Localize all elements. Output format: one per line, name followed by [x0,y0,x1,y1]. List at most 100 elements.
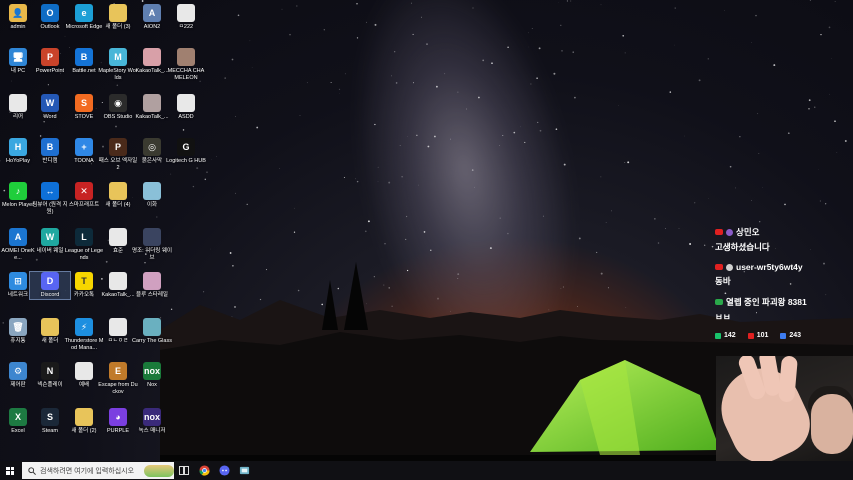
viewer-stat: 142 [715,332,736,339]
steam-icon: S [41,408,59,426]
folder-icon [75,408,93,426]
chrome-icon [198,465,210,476]
hoyoplay-icon: H [9,138,27,156]
chat-author: 상민오 [736,227,760,237]
desktop-icon[interactable]: nox 녹스 매니저 [132,408,172,435]
youtube-icon [715,264,723,270]
face [811,394,853,454]
desktop-icon-label: 블루 스타레일 [136,292,168,298]
youtube-icon [747,332,754,339]
wuthering-icon [143,228,161,246]
document-icon [9,94,27,112]
desktop-icon-label: 명조: 워더링 웨이브 [132,248,173,261]
chat-author: 열렙 중인 파괴왕 8381 [726,297,807,307]
chat-message-header: 열렙 중인 파괴왕 8381 [715,296,845,308]
folder-icon [109,4,127,22]
bandicam-icon: B [41,138,59,156]
stove-icon: S [75,94,93,112]
discord-taskbar-button[interactable] [214,461,234,480]
desktop-icon[interactable]: ㅁ222 [166,4,206,31]
chat-avatar [726,263,733,271]
viewer-count: 142 [724,332,736,339]
desktop-icon[interactable]: ASDD [166,94,206,121]
chat-message-header: 상민오 [715,226,845,238]
start-button[interactable] [0,461,20,480]
discord-icon: D [41,272,59,290]
edge-icon: e [75,4,93,22]
desktop-icon[interactable]: 블루 스타레일 [132,272,172,299]
nexon-icon: N [41,362,59,380]
folder-icon [109,182,127,200]
viewer-stats: 142 101 243 [715,332,845,339]
melon-icon: ♪ [9,182,27,200]
photo-icon [143,48,161,66]
webcam-feed [716,356,853,464]
desktop-icon-label: ㅁ222 [178,24,194,30]
desktop-icon-label: Logitech G HUB [166,158,206,164]
powerpoint-icon: P [41,48,59,66]
desktop-icon-label: MECCHA CHAMELEON [167,68,205,81]
recycle-bin-icon: 🗑 [9,318,27,336]
character-icon [143,272,161,290]
document-icon [177,94,195,112]
search-placeholder: 검색하려면 여기에 입력하십시오 [40,467,135,475]
chat-author: user-wr5ty6wt4y [736,262,803,272]
thunderstore-icon: ⚡ [75,318,93,336]
crimson-desert-icon: ◎ [143,138,161,156]
task-view-button[interactable] [174,461,194,480]
logitech-icon: G [177,138,195,156]
character-icon [143,182,161,200]
purple-icon: ◕ [109,408,127,426]
chat-message-header: user-wr5ty6wt4y [715,262,845,272]
nox-icon: nox [143,362,161,380]
chat-avatar [726,228,733,236]
network-icon: ⊞ [9,272,27,290]
taskbar: 검색하려면 여기에 입력하십시오 [0,461,853,480]
search-highlight-image [144,464,174,477]
app-icon [239,466,249,475]
viewer-stat: 243 [780,332,801,339]
chat-message-text: 고생하셨습니다 [715,242,770,252]
obs-icon: ◉ [109,94,127,112]
kakaotalk-icon: T [75,272,93,290]
poe-icon: P [109,138,127,156]
chat-message-text: ㅂㅂ [715,312,731,322]
game-icon: ✕ [75,182,93,200]
chzzk-icon [715,332,721,339]
image-icon [109,272,127,290]
chameleon-icon [177,48,195,66]
battlenet-icon: B [75,48,93,66]
viewer-stat: 101 [747,332,769,339]
desktop-icon[interactable]: G Logitech G HUB [166,138,206,165]
app-taskbar-button[interactable] [234,461,254,480]
outlook-icon: O [41,4,59,22]
windows-icon [6,466,14,475]
teamviewer-icon: ↔ [41,182,59,200]
desktop-icon[interactable]: 명조: 워더링 웨이브 [132,228,172,261]
document-icon [177,4,195,22]
desktop-icon[interactable]: 이화 [132,182,172,209]
chrome-button[interactable] [194,461,214,480]
aomei-icon: A [9,228,27,246]
document-icon [109,318,127,336]
desktop-icon[interactable]: Carry The Glass [132,318,172,345]
folder-icon [41,318,59,336]
game-icon [143,318,161,336]
desktop-icon-label: Nox [147,382,157,388]
viewer-count: 101 [756,332,769,339]
taskbar-search-box[interactable]: 검색하려면 여기에 입력하십시오 [22,462,174,479]
youtube-icon [715,229,723,235]
whale-icon: W [41,228,59,246]
discord-icon [218,465,230,476]
desktop-icon-label: 이화 [146,202,158,208]
soop-icon [780,332,787,339]
maplestory-icon: M [109,48,127,66]
chzzk-icon [715,299,723,305]
folder-user-icon: 👤 [9,4,27,22]
document-icon [75,362,93,380]
computer-icon: 🖥 [9,48,27,66]
desktop-icon[interactable]: MECCHA CHAMELEON [166,48,206,81]
desktop-icon[interactable]: nox Nox [132,362,172,389]
document-icon [109,228,127,246]
chat-message-text: 동바 [715,276,731,286]
